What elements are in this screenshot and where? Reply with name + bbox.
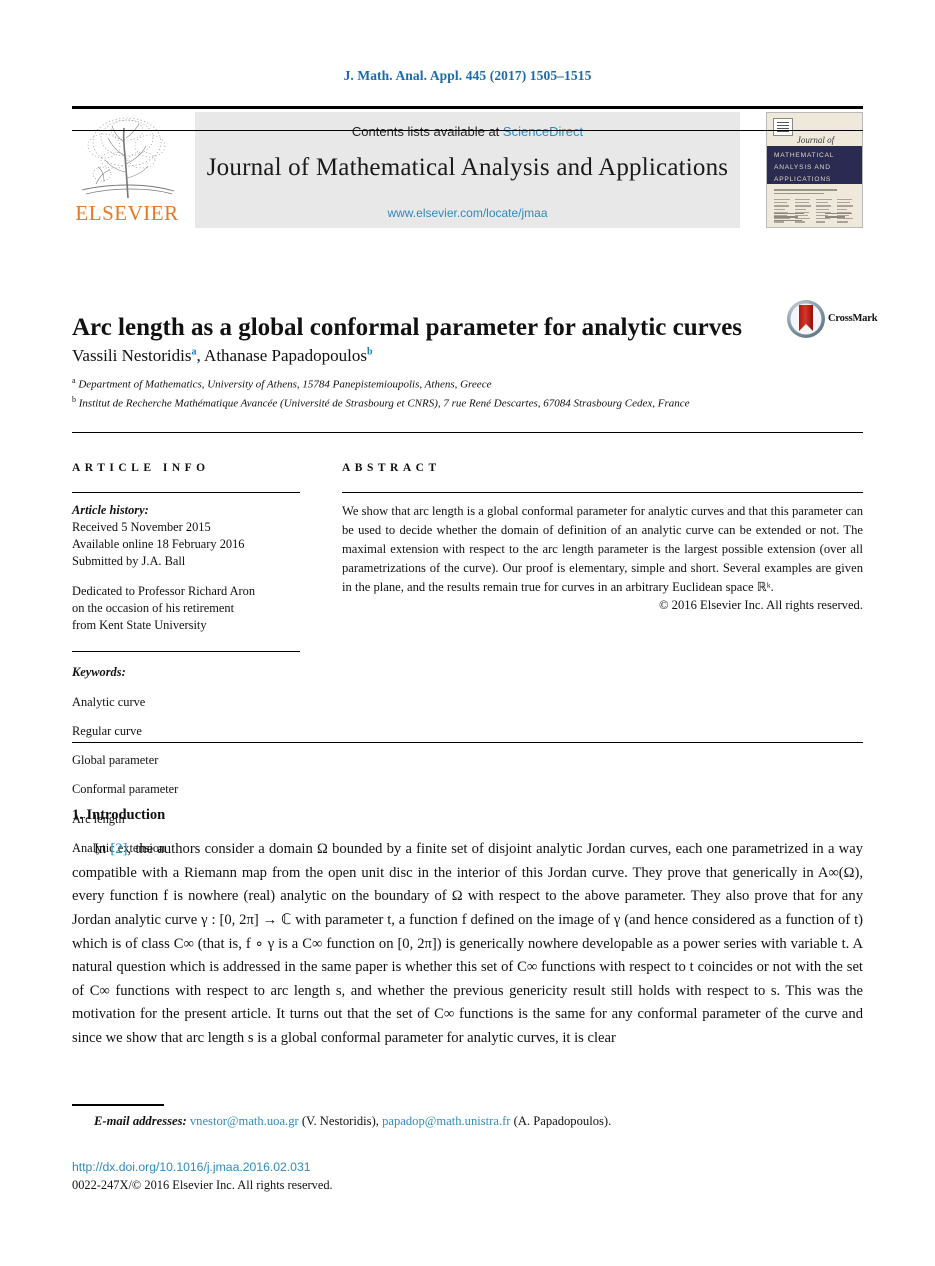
cover-band-line-3: APPLICATIONS bbox=[774, 176, 832, 184]
keyword-item: Regular curve bbox=[72, 723, 142, 738]
affiliation-text-b: Institut de Recherche Mathématique Avanc… bbox=[78, 397, 690, 410]
doi-link[interactable]: http://dx.doi.org/10.1016/j.jmaa.2016.02… bbox=[72, 1160, 311, 1174]
crossmark-icon bbox=[787, 300, 825, 338]
paragraph-body: , the authors consider a domain Ω bounde… bbox=[72, 841, 863, 1047]
author-list: Vassili Nestoridisa, Athanase Papadopoul… bbox=[72, 346, 373, 365]
article-info-rule bbox=[72, 492, 300, 493]
affiliation-marker-b: b bbox=[72, 394, 76, 404]
email-owner-nestoridis: (V. Nestoridis) bbox=[301, 1114, 376, 1128]
cover-band-line-1: MATHEMATICAL bbox=[774, 152, 835, 159]
abstract-label: ABSTRACT bbox=[342, 462, 441, 474]
affiliation-list: a Department of Mathematics, University … bbox=[72, 375, 712, 412]
email-link-papadopoulos[interactable]: papadop@math.unistra.fr bbox=[382, 1114, 510, 1128]
running-head: J. Math. Anal. Appl. 445 (2017) 1505–151… bbox=[343, 68, 592, 83]
abstract-text: We show that arc length is a global conf… bbox=[342, 504, 863, 594]
issn-copyright-line: 0022-247X/© 2016 Elsevier Inc. All right… bbox=[72, 1178, 333, 1192]
email-label: E-mail addresses: bbox=[94, 1114, 187, 1128]
article-info-label: ARTICLE INFO bbox=[72, 462, 210, 474]
cover-band-line-2: ANALYSIS AND bbox=[774, 164, 831, 172]
journal-homepage-link[interactable]: www.elsevier.com/locate/jmaa bbox=[195, 206, 740, 220]
keyword-item: Global parameter bbox=[72, 753, 159, 768]
affiliation-marker-a: a bbox=[72, 376, 76, 385]
page-title: Arc length as a global conformal paramet… bbox=[72, 313, 743, 341]
info-bottom-rule bbox=[72, 742, 863, 743]
contents-available-line: Contents lists available at ScienceDirec… bbox=[195, 124, 740, 139]
citation-link[interactable]: [2] bbox=[110, 841, 127, 857]
article-history-item: Submitted by J.A. Ball bbox=[72, 553, 186, 568]
elsevier-wordmark: ELSEVIER bbox=[75, 201, 179, 225]
email-link-nestoridis[interactable]: vnestor@math.uoa.gr bbox=[190, 1114, 299, 1128]
affiliation-item: a Department of Mathematics, University … bbox=[72, 375, 712, 394]
author-affil-marker-0: a bbox=[191, 346, 197, 358]
keywords-block: Keywords: Analytic curve Regular curve G… bbox=[72, 664, 300, 856]
article-history-heading: Article history: bbox=[72, 503, 149, 517]
elsevier-tree-icon bbox=[74, 112, 180, 200]
cover-subtitle-lines bbox=[774, 189, 855, 196]
sciencedirect-link[interactable]: ScienceDirect bbox=[503, 124, 583, 139]
article-history-block: Article history: Received 5 November 201… bbox=[72, 502, 300, 634]
dedication-line: from Kent State University bbox=[72, 618, 207, 633]
masthead-bottom-rule bbox=[72, 130, 863, 131]
journal-title: Journal of Mathematical Analysis and App… bbox=[206, 154, 729, 181]
keyword-item: Analytic curve bbox=[72, 694, 146, 709]
dedication-line: Dedicated to Professor Richard Aron bbox=[72, 584, 256, 599]
author-affil-marker-1: b bbox=[366, 346, 373, 358]
cover-footer-marks bbox=[774, 212, 855, 223]
abstract-rule bbox=[342, 492, 863, 493]
article-history-item: Available online 18 February 2016 bbox=[72, 536, 245, 551]
crossmark-badge[interactable]: CrossMark bbox=[786, 299, 878, 343]
keywords-rule bbox=[72, 651, 300, 653]
affiliation-item: b Institut de Recherche Mathématique Ava… bbox=[72, 394, 712, 413]
cover-emblem-icon bbox=[773, 118, 793, 136]
footnote-rule bbox=[72, 1104, 164, 1106]
cover-title-band: MATHEMATICAL ANALYSIS AND APPLICATIONS bbox=[767, 146, 862, 184]
introduction-paragraph: In [2], the authors consider a domain Ω … bbox=[72, 838, 863, 1051]
email-owner-papadopoulos: (A. Papadopoulos) bbox=[513, 1114, 609, 1128]
dedication-block: Dedicated to Professor Richard Aron on t… bbox=[72, 583, 300, 634]
dedication-line: on the occasion of his retirement bbox=[72, 601, 235, 616]
masthead-top-rule bbox=[72, 106, 863, 109]
paragraph-prefix: In bbox=[94, 841, 111, 857]
keywords-heading: Keywords: bbox=[72, 665, 126, 680]
email-addresses-line: E-mail addresses: vnestor@math.uoa.gr (V… bbox=[94, 1114, 612, 1128]
crossmark-label: CrossMark bbox=[828, 313, 878, 324]
abstract-copyright: © 2016 Elsevier Inc. All rights reserved… bbox=[658, 598, 863, 613]
article-history-item: Received 5 November 2015 bbox=[72, 519, 211, 534]
section-heading-introduction: 1. Introduction bbox=[72, 807, 166, 824]
contents-prefix: Contents lists available at bbox=[351, 124, 503, 139]
abstract-column: ABSTRACT We show that arc length is a gl… bbox=[342, 462, 863, 613]
affiliation-text-a: Department of Mathematics, University of… bbox=[78, 378, 492, 391]
journal-masthead: ELSEVIER Contents lists available at Sci… bbox=[72, 106, 863, 230]
keyword-item: Conformal parameter bbox=[72, 782, 179, 797]
author-name-0: Vassili Nestoridis bbox=[72, 346, 192, 365]
author-name-1: Athanase Papadopoulos bbox=[204, 346, 367, 365]
paper-page: J. Math. Anal. Appl. 445 (2017) 1505–151… bbox=[0, 0, 935, 1266]
affiliation-bottom-rule bbox=[72, 432, 863, 433]
cover-journal-of-text: Journal of bbox=[796, 135, 835, 145]
